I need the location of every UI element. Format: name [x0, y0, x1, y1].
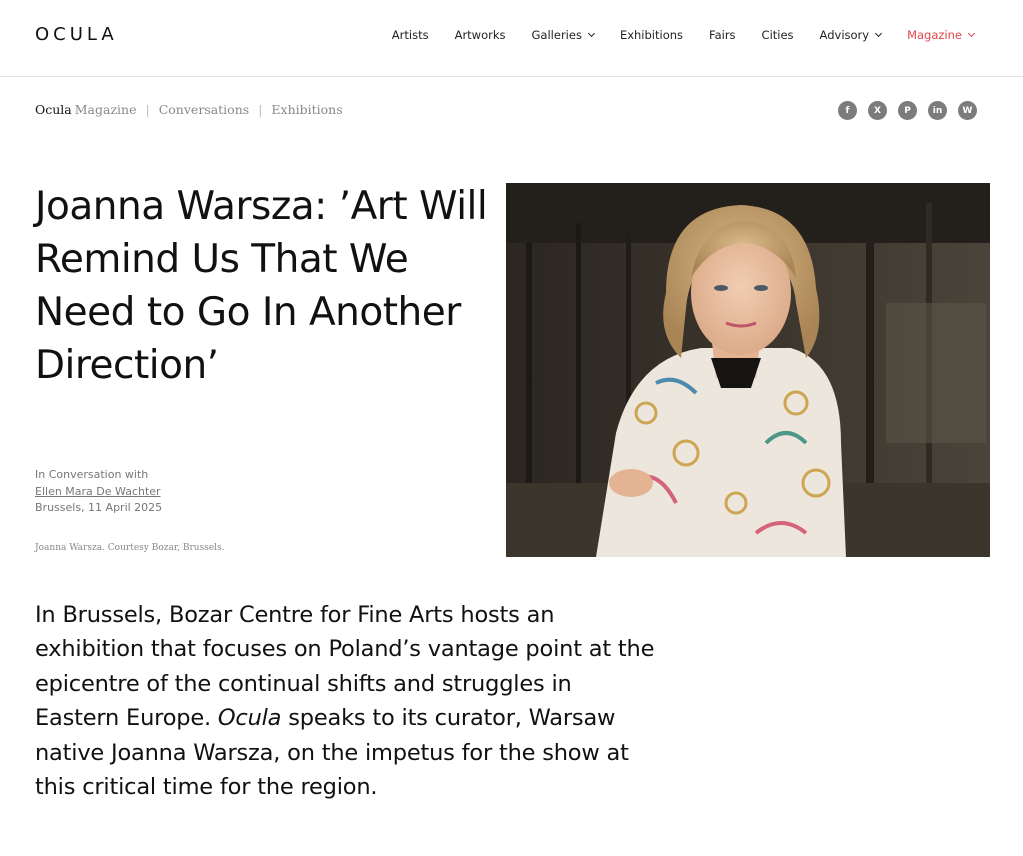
article-lead: In Brussels, Bozar Centre for Fine Arts … — [35, 598, 660, 804]
ocula-logo[interactable]: OCULA — [35, 24, 118, 45]
whatsapp-icon[interactable]: W — [958, 101, 977, 120]
chevron-down-icon — [875, 29, 883, 38]
article-title: Joanna Warsza: ’Art Will Remind Us That … — [35, 184, 488, 388]
nav-label: Exhibitions — [619, 28, 684, 42]
share-buttons: f X P in W — [838, 101, 977, 120]
place-date: Brussels, 11 April 2025 — [35, 501, 163, 514]
breadcrumb: Ocula Magazine | Conversations | Exhibit… — [35, 102, 343, 117]
article-meta: In Conversation with Ellen Mara De Wacht… — [35, 467, 162, 517]
linkedin-icon[interactable]: in — [928, 101, 947, 120]
nav-exhibitions[interactable]: Exhibitions — [620, 28, 683, 42]
breadcrumb-separator: | — [258, 102, 263, 117]
breadcrumb-brand[interactable]: Ocula — [35, 102, 72, 117]
nav-label: Artists — [391, 28, 429, 42]
breadcrumb-exhibitions[interactable]: Exhibitions — [271, 102, 342, 117]
portrait-image — [506, 183, 990, 557]
image-caption: Joanna Warsza. Courtesy Bozar, Brussels. — [35, 543, 225, 553]
nav-label: Advisory — [819, 28, 870, 42]
portrait-photo — [506, 183, 990, 557]
nav-label: Artworks — [454, 28, 506, 42]
breadcrumb-brand-sub[interactable]: Magazine — [75, 102, 137, 117]
nav-artists[interactable]: Artists — [392, 28, 429, 42]
site-header: OCULA Artists Artworks Galleries Exhibit… — [0, 0, 1023, 77]
breadcrumb-conversations[interactable]: Conversations — [159, 102, 249, 117]
x-icon[interactable]: X — [868, 101, 887, 120]
nav-label: Magazine — [907, 28, 962, 42]
nav-galleries[interactable]: Galleries — [531, 28, 595, 42]
nav-artworks[interactable]: Artworks — [455, 28, 506, 42]
nav-fairs[interactable]: Fairs — [709, 28, 736, 42]
pinterest-icon[interactable]: P — [898, 101, 917, 120]
lead-emphasis: Ocula — [217, 705, 282, 732]
nav-advisory[interactable]: Advisory — [819, 28, 883, 42]
facebook-icon[interactable]: f — [838, 101, 857, 120]
chevron-down-icon — [587, 29, 595, 38]
nav-label: Galleries — [531, 28, 582, 42]
nav-cities[interactable]: Cities — [762, 28, 794, 42]
nav-label: Fairs — [709, 28, 736, 42]
meta-prefix: In Conversation with — [35, 468, 149, 481]
main-nav: Artists Artworks Galleries Exhibitions F… — [366, 28, 976, 42]
author-link[interactable]: Ellen Mara De Wachter — [35, 484, 162, 501]
nav-label: Cities — [761, 28, 794, 42]
nav-magazine[interactable]: Magazine — [907, 28, 976, 42]
chevron-down-icon — [967, 29, 976, 38]
breadcrumb-separator: | — [145, 102, 150, 117]
